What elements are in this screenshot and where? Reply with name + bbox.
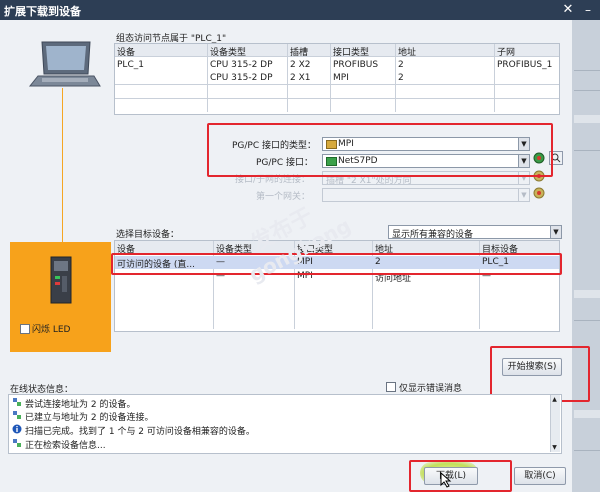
plc-icon xyxy=(50,256,72,304)
config-header-address: 地址 xyxy=(398,48,417,58)
cursor-icon xyxy=(440,472,452,488)
config-cell: PROFIBUS xyxy=(333,60,379,70)
divider xyxy=(574,70,600,71)
divider xyxy=(574,290,600,298)
info-icon xyxy=(12,424,22,434)
chevron-down-icon: ▼ xyxy=(550,226,561,238)
cancel-button[interactable]: 取消(C) xyxy=(514,467,566,485)
connect-icon xyxy=(13,411,21,419)
first-gateway-select[interactable]: ▼ xyxy=(322,188,530,202)
config-header-subnet: 子网 xyxy=(497,48,516,58)
connect-icon xyxy=(13,439,21,447)
connection-line xyxy=(62,88,63,242)
target-caption: 选择目标设备： xyxy=(116,230,180,240)
divider xyxy=(574,115,600,123)
config-cell: MPI xyxy=(333,73,349,83)
errors-only-checkbox[interactable] xyxy=(386,382,396,392)
highlight-target-row xyxy=(111,253,562,275)
title-bar: 扩展下载到设备 ✕ – xyxy=(0,0,600,20)
status-message: 已建立与地址为 2 的设备连接。 xyxy=(25,413,154,423)
config-header-iftype: 接口类型 xyxy=(333,48,370,58)
highlight-download xyxy=(409,460,512,492)
config-cell: 2 xyxy=(398,73,404,83)
scroll-down-icon[interactable]: ▼ xyxy=(550,444,559,451)
gateway-status-icon xyxy=(533,187,545,199)
status-message: 正在检索设备信息... xyxy=(25,441,106,451)
errors-only-label: 仅显示错误消息 xyxy=(399,384,463,394)
config-header-slot: 插槽 xyxy=(290,48,309,58)
config-cell: CPU 315-2 DP xyxy=(210,60,273,70)
config-cell: 2 xyxy=(398,60,404,70)
scroll-up-icon[interactable]: ▲ xyxy=(550,396,559,403)
laptop-icon xyxy=(28,41,101,87)
flash-led-checkbox[interactable] xyxy=(20,324,30,334)
device-filter-value: 显示所有兼容的设备 xyxy=(392,230,474,240)
config-cell: PLC_1 xyxy=(117,60,144,70)
chevron-down-icon: ▼ xyxy=(518,189,529,201)
config-cell: CPU 315-2 DP xyxy=(210,73,273,83)
divider xyxy=(574,150,600,151)
divider xyxy=(574,320,600,321)
window-title: 扩展下载到设备 xyxy=(4,5,81,18)
config-header-device: 设备 xyxy=(117,48,136,58)
divider xyxy=(574,410,600,418)
flash-led-label: 闪烁 LED xyxy=(32,325,71,335)
close-icon[interactable]: ✕ xyxy=(560,2,576,18)
divider xyxy=(574,90,600,91)
minimize-icon[interactable]: – xyxy=(580,2,596,18)
device-filter-select[interactable]: 显示所有兼容的设备 ▼ xyxy=(388,225,562,240)
config-cell: 2 X2 xyxy=(290,60,311,70)
config-cell: 2 X1 xyxy=(290,73,311,83)
config-header-type: 设备类型 xyxy=(210,48,247,58)
status-message: 扫描已完成。找到了 1 个与 2 可访问设备相兼容的设备。 xyxy=(25,427,255,437)
highlight-interface xyxy=(207,123,553,177)
connect-icon xyxy=(13,398,21,406)
config-cell: PROFIBUS_1 xyxy=(497,60,553,70)
status-message: 尝试连接地址为 2 的设备。 xyxy=(25,400,136,410)
divider xyxy=(574,450,600,451)
